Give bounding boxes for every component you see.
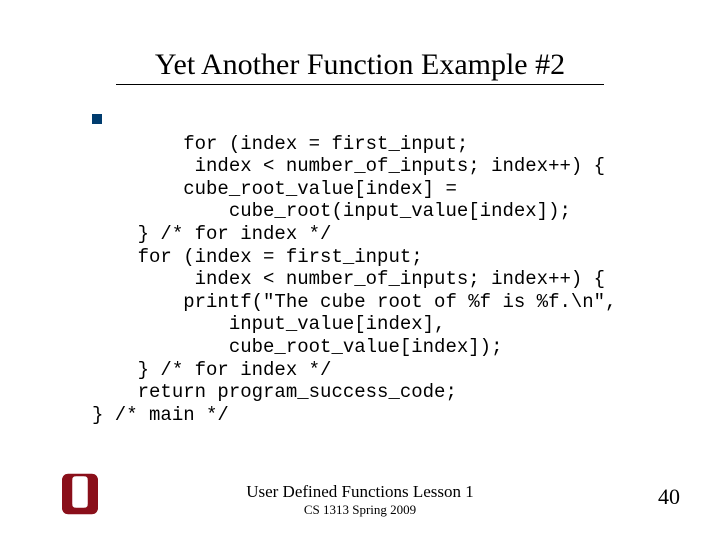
code-text: for (index = first_input; index < number… (92, 133, 617, 426)
code-block: for (index = first_input; index < number… (92, 110, 617, 449)
page-number: 40 (658, 484, 680, 510)
footer-lesson: User Defined Functions Lesson 1 (0, 482, 720, 502)
title-underline (116, 84, 604, 85)
slide-title: Yet Another Function Example #2 (0, 48, 720, 85)
footer: User Defined Functions Lesson 1 CS 1313 … (0, 462, 720, 532)
slide-title-text: Yet Another Function Example #2 (155, 48, 565, 81)
footer-course: CS 1313 Spring 2009 (0, 502, 720, 518)
slide: Yet Another Function Example #2 for (ind… (0, 0, 720, 540)
bullet-icon (92, 114, 102, 124)
